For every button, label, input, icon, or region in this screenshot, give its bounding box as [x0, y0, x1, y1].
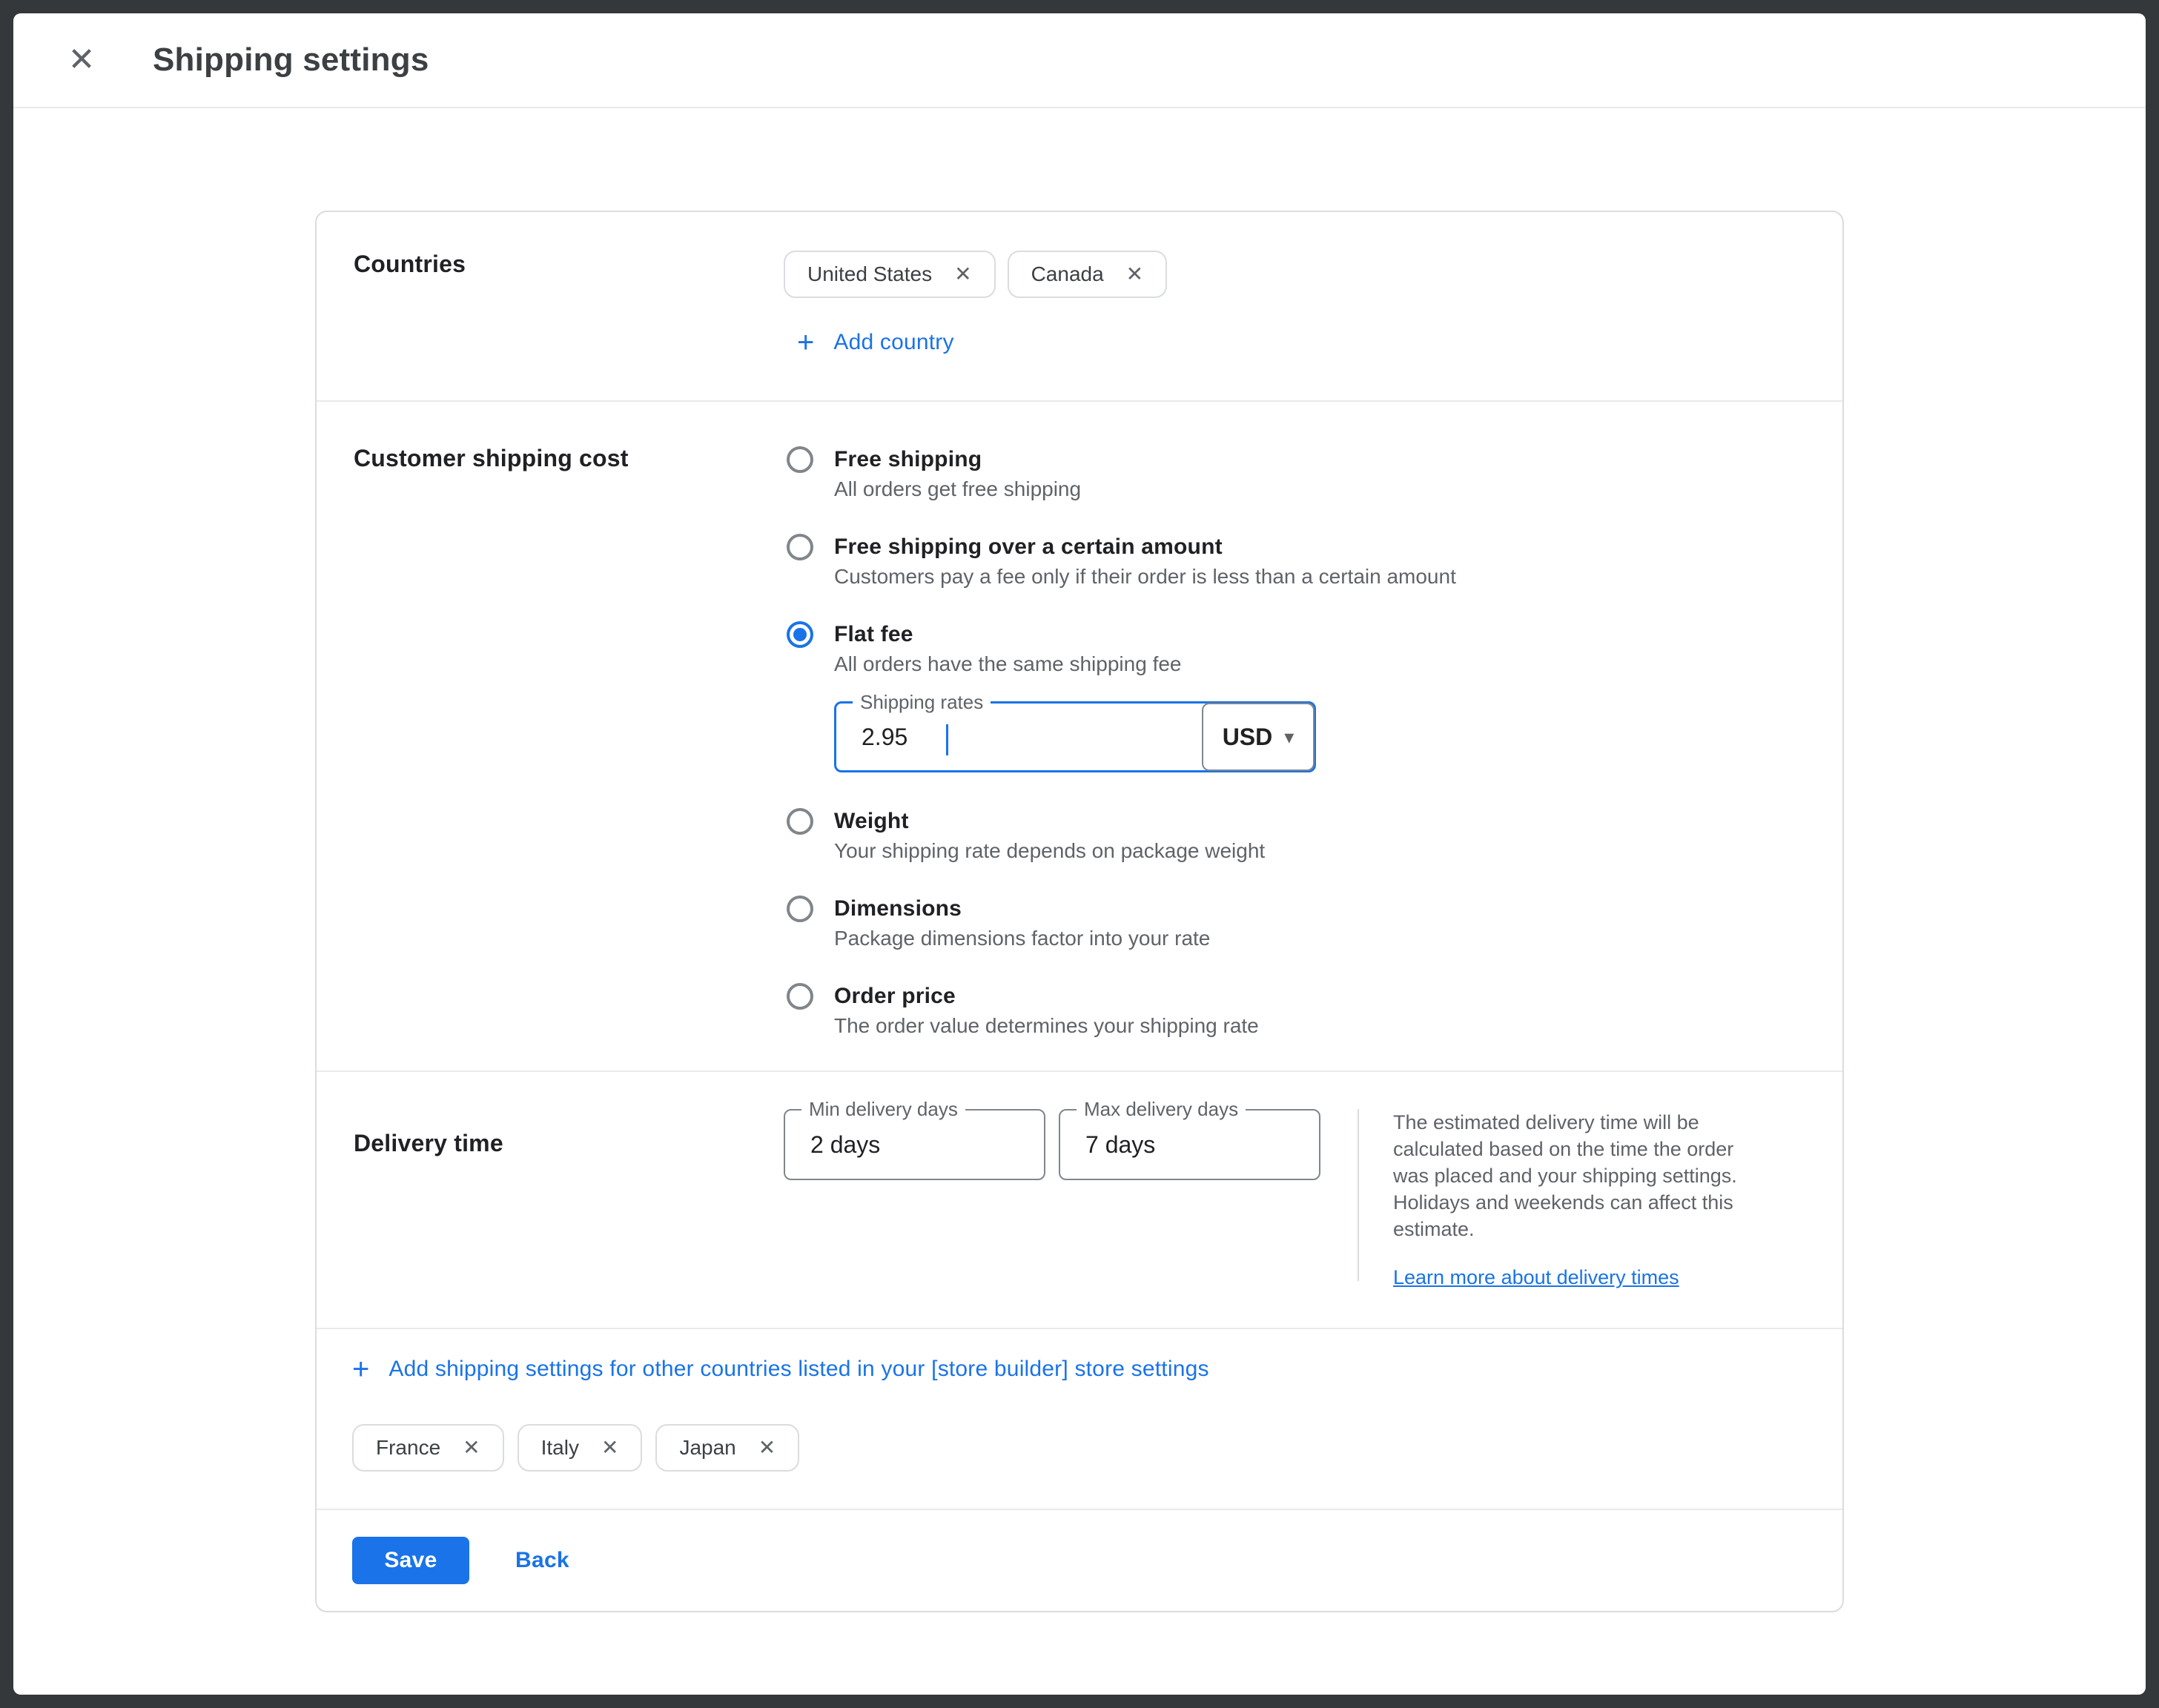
- option-description: All orders have the same shipping fee: [834, 649, 1182, 679]
- radio-button[interactable]: [787, 446, 813, 473]
- delivery-time-label: Delivery time: [317, 1109, 784, 1289]
- currency-dropdown[interactable]: USD ▾: [1202, 703, 1315, 771]
- radio-option-flat-fee-group: Flat fee All orders have the same shippi…: [784, 620, 1842, 772]
- shipping-settings-card: Countries United States ✕ Canada ✕ + Add…: [315, 211, 1844, 1612]
- countries-section: Countries United States ✕ Canada ✕ + Add…: [317, 212, 1842, 400]
- option-title: Flat fee: [834, 620, 1182, 649]
- currency-value: USD: [1223, 724, 1273, 751]
- option-description: Customers pay a fee only if their order …: [834, 562, 1456, 592]
- shipping-rates-field-label: Shipping rates: [853, 691, 991, 713]
- add-country-button[interactable]: + Add country: [797, 328, 954, 357]
- page-title: Shipping settings: [153, 42, 429, 79]
- chip-label: United States: [807, 262, 932, 286]
- customer-shipping-cost-label: Customer shipping cost: [317, 445, 784, 1041]
- shipping-rates-field[interactable]: Shipping rates USD ▾: [834, 701, 1316, 772]
- option-title: Dimensions: [834, 894, 1210, 924]
- remove-country-icon[interactable]: ✕: [758, 1437, 776, 1458]
- add-country-label: Add country: [833, 330, 953, 355]
- chip-label: Italy: [541, 1436, 579, 1460]
- option-description: Your shipping rate depends on package we…: [834, 836, 1265, 866]
- option-title: Free shipping: [834, 445, 1081, 474]
- option-title: Free shipping over a certain amount: [834, 532, 1456, 562]
- add-shipping-settings-label: Add shipping settings for other countrie…: [389, 1357, 1209, 1382]
- delivery-time-section: Delivery time Min delivery days Max deli…: [317, 1072, 1842, 1328]
- add-shipping-settings-button[interactable]: + Add shipping settings for other countr…: [352, 1354, 1209, 1384]
- chip-label: France: [376, 1436, 440, 1460]
- max-delivery-days-input[interactable]: [1060, 1110, 1319, 1179]
- plus-icon: +: [797, 328, 814, 357]
- chip-label: Canada: [1031, 262, 1104, 286]
- country-chip-italy[interactable]: Italy ✕: [518, 1424, 643, 1472]
- delivery-estimate-note: The estimated delivery time will be calc…: [1393, 1109, 1764, 1242]
- max-delivery-days-label: Max delivery days: [1077, 1098, 1246, 1120]
- save-button[interactable]: Save: [352, 1537, 469, 1584]
- text-cursor: [946, 724, 948, 755]
- radio-button[interactable]: [787, 534, 813, 560]
- remove-country-icon[interactable]: ✕: [601, 1437, 618, 1458]
- radio-option-free-shipping[interactable]: Free shipping All orders get free shippi…: [784, 445, 1842, 504]
- other-countries-section: + Add shipping settings for other countr…: [317, 1329, 1842, 1509]
- radio-button-selected[interactable]: [787, 621, 813, 648]
- country-chip-japan[interactable]: Japan ✕: [655, 1424, 799, 1472]
- vertical-divider: [1358, 1109, 1359, 1281]
- remove-country-icon[interactable]: ✕: [463, 1437, 480, 1458]
- chevron-down-icon: ▾: [1284, 726, 1294, 749]
- min-delivery-days-input[interactable]: [785, 1110, 1044, 1179]
- shipping-rate-field-group: Shipping rates USD ▾: [834, 701, 1316, 772]
- option-description: The order value determines your shipping…: [834, 1011, 1259, 1041]
- customer-shipping-cost-section: Customer shipping cost Free shipping All…: [317, 402, 1842, 1070]
- radio-option-free-over-amount[interactable]: Free shipping over a certain amount Cust…: [784, 532, 1842, 592]
- close-icon[interactable]: ✕: [59, 38, 104, 82]
- radio-option-dimensions[interactable]: Dimensions Package dimensions factor int…: [784, 894, 1842, 953]
- option-title: Weight: [834, 807, 1265, 836]
- option-description: Package dimensions factor into your rate: [834, 924, 1210, 953]
- radio-button[interactable]: [787, 983, 813, 1010]
- country-chip-france[interactable]: France ✕: [352, 1424, 504, 1472]
- remove-country-icon[interactable]: ✕: [954, 264, 971, 285]
- country-chip-united-states[interactable]: United States ✕: [784, 251, 996, 298]
- countries-chip-row: United States ✕ Canada ✕: [784, 251, 1842, 298]
- learn-more-delivery-times-link[interactable]: Learn more about delivery times: [1393, 1266, 1679, 1289]
- chip-label: Japan: [679, 1436, 735, 1460]
- radio-option-flat-fee[interactable]: Flat fee All orders have the same shippi…: [784, 620, 1842, 679]
- shipping-settings-window: ✕ Shipping settings Countries United Sta…: [13, 13, 2146, 1695]
- radio-option-order-price[interactable]: Order price The order value determines y…: [784, 982, 1842, 1041]
- min-delivery-days-label: Min delivery days: [801, 1098, 965, 1120]
- other-countries-chip-row: France ✕ Italy ✕ Japan ✕: [352, 1424, 1842, 1472]
- max-delivery-days-field[interactable]: Max delivery days: [1059, 1109, 1320, 1180]
- footer-actions: Save Back: [317, 1510, 1842, 1611]
- back-button[interactable]: Back: [515, 1548, 569, 1573]
- option-description: All orders get free shipping: [834, 474, 1081, 504]
- countries-label: Countries: [317, 251, 784, 357]
- radio-button[interactable]: [787, 896, 813, 922]
- plus-icon: +: [352, 1354, 369, 1384]
- country-chip-canada[interactable]: Canada ✕: [1008, 251, 1168, 298]
- radio-option-weight[interactable]: Weight Your shipping rate depends on pac…: [784, 807, 1842, 866]
- radio-button[interactable]: [787, 808, 813, 835]
- min-delivery-days-field[interactable]: Min delivery days: [784, 1109, 1045, 1180]
- window-header: ✕ Shipping settings: [13, 13, 2146, 108]
- option-title: Order price: [834, 982, 1259, 1011]
- shipping-rates-input[interactable]: [836, 704, 1177, 770]
- remove-country-icon[interactable]: ✕: [1126, 264, 1143, 285]
